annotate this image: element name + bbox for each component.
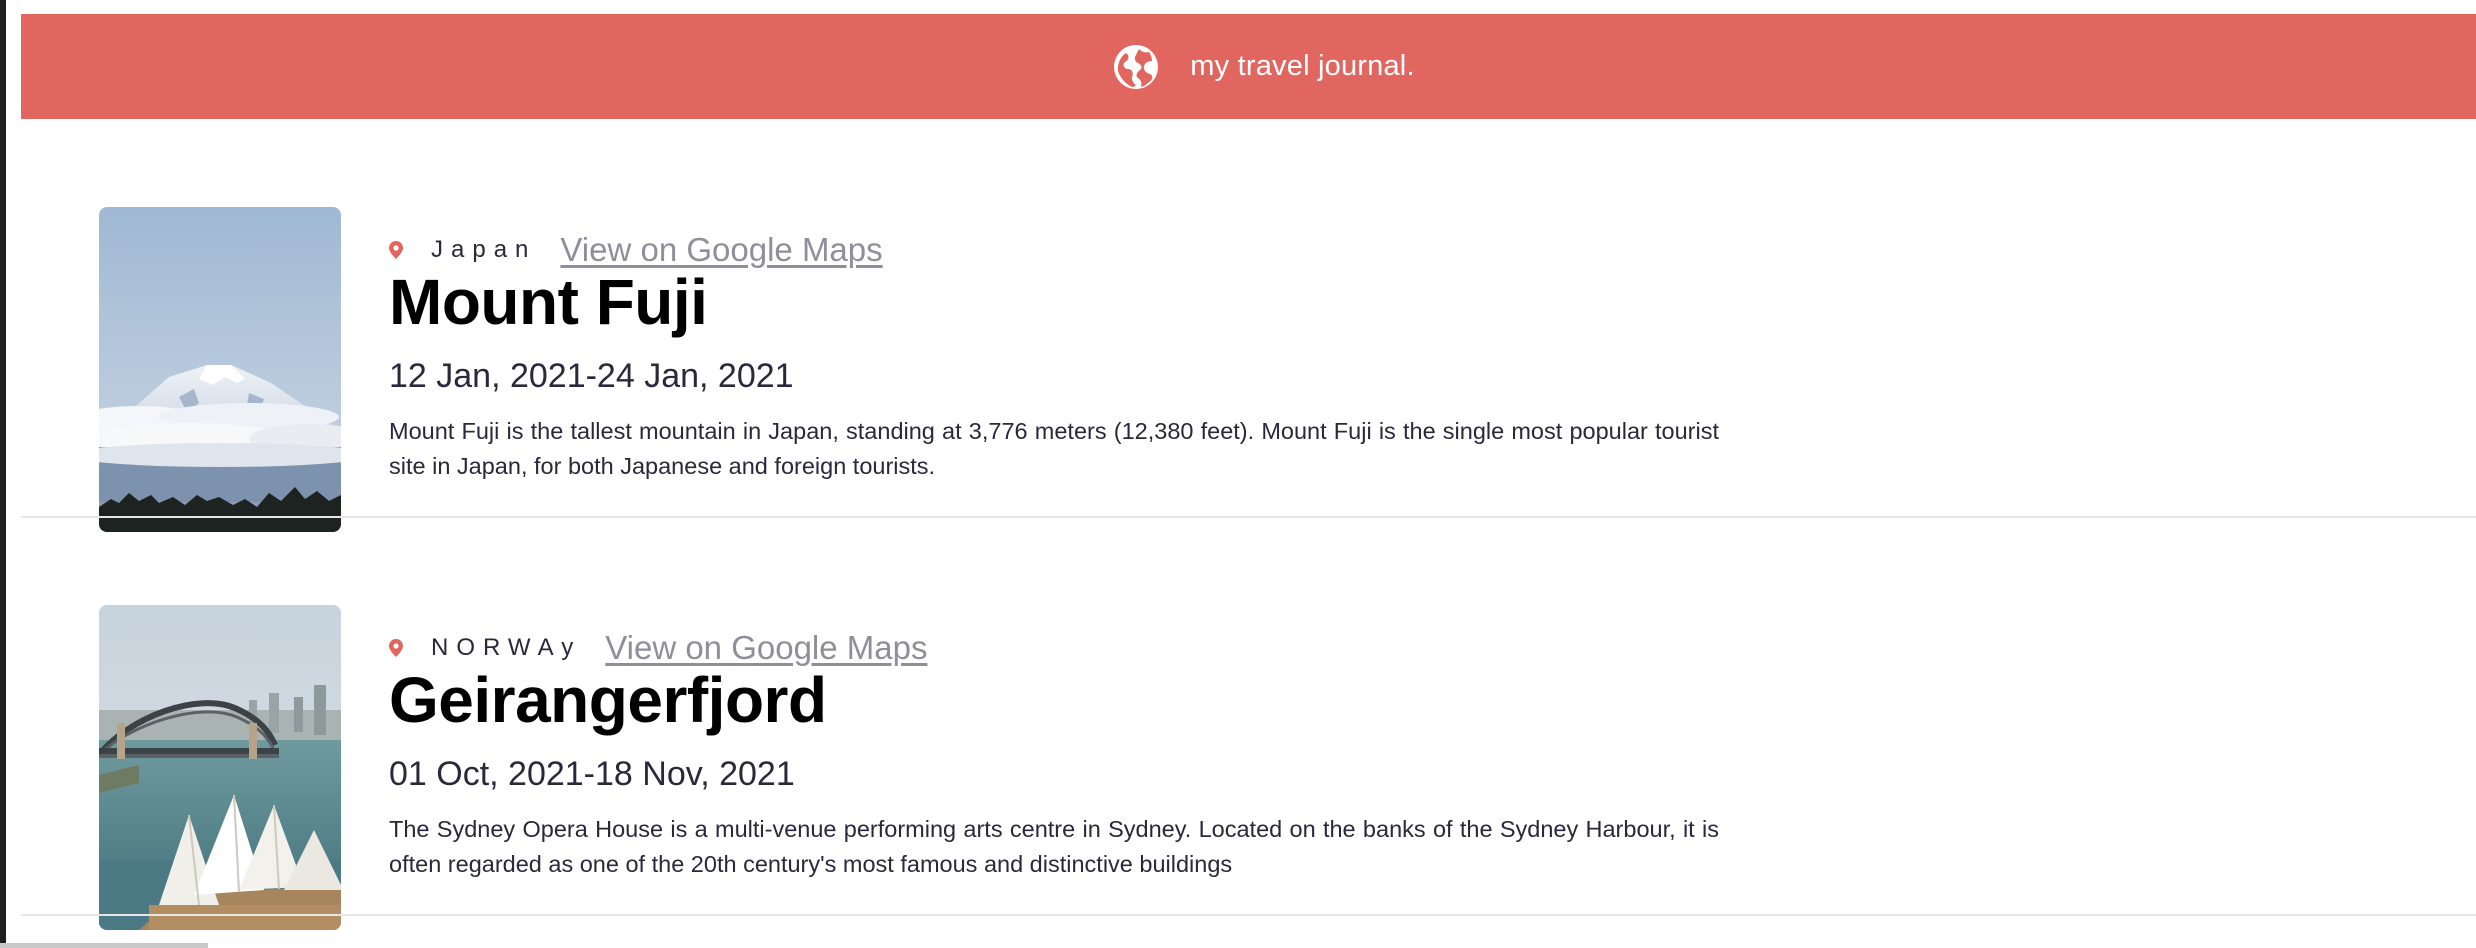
map-pin-icon [389,639,403,657]
google-maps-link[interactable]: View on Google Maps [605,629,927,667]
country-label: Japan [431,236,537,263]
entry-title: Mount Fuji [389,266,708,338]
google-maps-link[interactable]: View on Google Maps [560,231,882,269]
location-row: Japan View on Google Maps [389,231,883,269]
entry-divider [21,914,2476,916]
app-title: my travel journal. [1190,50,1415,82]
sydney-opera-house-photo [99,605,341,930]
header-bar: my travel journal. [21,14,2476,119]
entry-description: Mount Fuji is the tallest mountain in Ja… [389,418,1719,479]
entry-divider [21,516,2476,518]
globe-icon [1114,44,1159,89]
entry-title: Geirangerfjord [389,664,827,736]
location-row: NORWAy View on Google Maps [389,629,927,667]
travel-journal-app: my travel journal. Japan View on Google … [21,0,2476,948]
map-pin-icon [389,241,403,259]
horizontal-scrollbar[interactable] [0,943,208,948]
journal-entry: NORWAy View on Google Maps Geirangerfjor… [21,605,2476,930]
header-inner: my travel journal. [1112,43,1415,91]
window-edge [0,0,6,948]
mount-fuji-photo [99,207,341,532]
trip-dates: 12 Jan, 2021-24 Jan, 2021 [389,357,794,395]
trip-dates: 01 Oct, 2021-18 Nov, 2021 [389,755,795,793]
country-label: NORWAy [431,634,582,661]
entry-description: The Sydney Opera House is a multi-venue … [389,816,1719,877]
journal-entry: Japan View on Google Maps Mount Fuji 12 … [21,207,2476,532]
